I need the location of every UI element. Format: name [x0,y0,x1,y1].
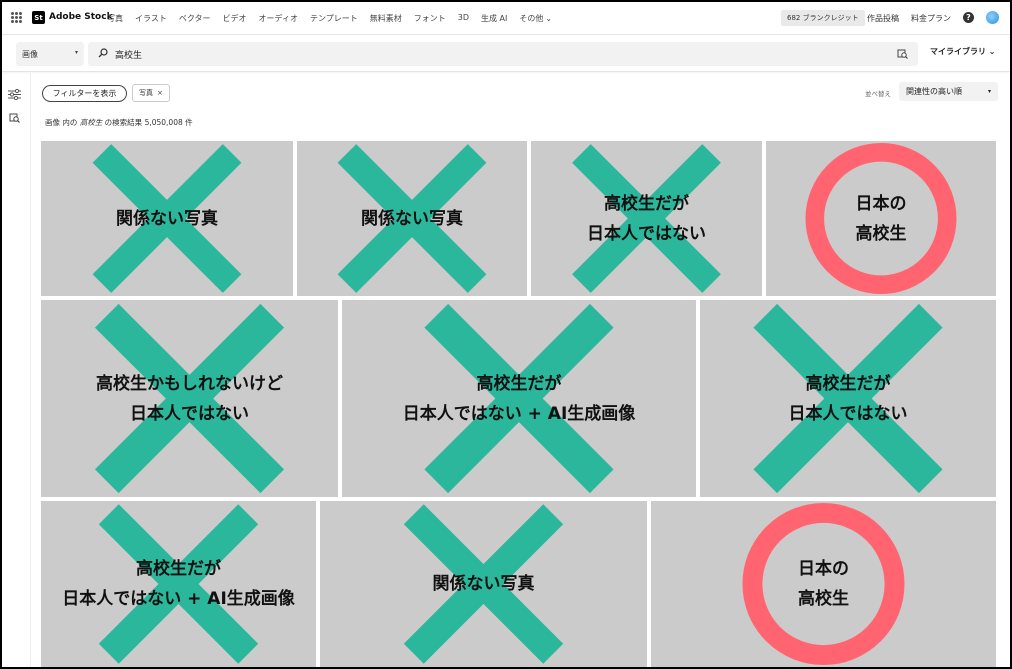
tile-caption: 日本の 高校生 [766,141,996,296]
tile-caption-line: 高校生 [855,223,907,244]
image-tile[interactable]: 高校生だが日本人ではない + AI生成画像 [342,300,696,497]
tile-caption: 高校生だが日本人ではない + AI生成画像 [41,501,316,667]
chevron-down-icon: ⌄ [988,47,996,56]
image-tile[interactable]: 高校生だが日本人ではない [700,300,996,497]
nav-item-free[interactable]: 無料素材 [370,13,402,24]
nav-item-videos[interactable]: ビデオ [223,13,247,24]
nav-item-audio[interactable]: オーディオ [259,13,298,24]
tile-caption-line: 日本の [855,193,907,214]
image-tile[interactable]: 高校生だが日本人ではない + AI生成画像 [41,501,316,667]
visual-search-icon[interactable] [9,112,20,123]
tile-caption-line: 日本人ではない [587,223,706,244]
portfolio-link[interactable]: 作品投稿 [867,13,899,24]
nav-item-illustrations[interactable]: イラスト [135,13,167,24]
image-tile[interactable]: 関係ない写真 [320,501,647,667]
tile-caption-line: 関係ない写真 [116,208,218,229]
nav-item-more[interactable]: その他 ⌄ [519,13,552,24]
results-summary: 画像 内の 高校生 の検索結果 5,050,008 件 [45,117,193,128]
search-input[interactable]: 高校生 [88,42,918,66]
credits-badge[interactable]: 682 ブランクレジット [781,10,865,26]
tile-caption-line: 日本の [798,559,849,579]
active-filter-tag[interactable]: 写真 × [132,84,170,102]
pricing-link[interactable]: 料金プラン [911,13,951,24]
search-scope-select[interactable]: 画像 ▾ [16,42,84,66]
image-tile[interactable]: 関係ない写真 [297,141,527,296]
tile-caption-line: 関係ない写真 [432,574,535,594]
app-switcher-icon[interactable] [11,12,22,23]
my-library-button[interactable]: マイライブラリ ⌄ [930,46,996,57]
search-scope-value: 画像 [22,49,38,59]
search-bar: 画像 ▾ 高校生 マイライブラリ ⌄ [2,36,1010,72]
tile-caption-line: 日本人ではない [788,403,908,424]
sort-value: 関連性の高い順 [906,87,962,96]
tile-caption: 関係ない写真 [41,141,293,296]
image-tile[interactable]: 関係ない写真 [41,141,293,296]
nav-item-vectors[interactable]: ベクター [179,13,211,24]
image-tile[interactable]: 日本の 高校生 [766,141,996,296]
tile-caption-line: 高校生だが [604,193,689,214]
search-icon [98,48,108,58]
show-filters-button[interactable]: フィルターを表示 [42,85,127,102]
tile-caption: 高校生だが日本人ではない [700,300,996,497]
brand-name[interactable]: Adobe Stock [49,12,113,22]
avatar[interactable] [986,11,999,24]
chevron-down-icon: ▾ [987,88,991,95]
tile-caption: 高校生かもしれないけど 日本人ではない [41,300,338,497]
left-rail [2,73,31,667]
tile-caption: 関係ない写真 [320,501,647,667]
adobe-stock-logo[interactable]: St [32,11,45,24]
nav-item-generative-ai[interactable]: 生成 AI [481,13,507,24]
my-library-label: マイライブラリ [930,47,986,56]
tile-caption: 関係ない写真 [297,141,527,296]
image-tile[interactable]: 日本の 高校生 [651,501,996,667]
tile-caption-line: 日本人ではない + AI生成画像 [402,403,636,424]
sort-label: 並べ替え [865,90,891,98]
tile-caption: 高校生だが日本人ではない + AI生成画像 [342,300,696,497]
results-suffix: 件 [185,118,193,127]
tile-caption-line: 高校生 [798,589,849,609]
nav-item-fonts[interactable]: フォント [414,13,446,24]
top-navigation: St Adobe Stock 写真 イラスト ベクター ビデオ オーディオ テン… [2,2,1010,35]
tile-caption-line: 日本人ではない [130,403,249,424]
category-nav: 写真 イラスト ベクター ビデオ オーディオ テンプレート 無料素材 フォント … [107,13,552,24]
image-tile[interactable]: 高校生かもしれないけど 日本人ではない [41,300,338,497]
tile-caption-line: 関係ない写真 [361,208,463,229]
chevron-down-icon: ▾ [74,49,78,56]
tile-caption-line: 高校生だが [136,559,221,579]
results-term: 高校生 [79,118,103,127]
active-filter-label: 写真 [139,89,153,97]
tile-caption: 日本の 高校生 [651,501,996,667]
tile-caption-line: 高校生だが [476,373,562,394]
help-icon[interactable]: ? [963,12,974,23]
visual-search-icon[interactable] [897,48,908,59]
nav-item-more-label: その他 [519,14,544,23]
filters-icon[interactable] [8,89,21,100]
results-count: 5,050,008 [144,118,183,127]
tile-caption-line: 高校生かもしれないけど [96,373,283,394]
tile-caption: 高校生だが日本人ではない [531,141,762,296]
image-tile[interactable]: 高校生だが日本人ではない [531,141,762,296]
tile-caption-line: 高校生だが [805,373,891,394]
app-window: St Adobe Stock 写真 イラスト ベクター ビデオ オーディオ テン… [2,2,1010,667]
nav-item-templates[interactable]: テンプレート [310,13,358,24]
close-icon[interactable]: × [157,89,163,97]
results-prefix: 画像 内の [45,118,78,127]
tile-caption-line: 日本人ではない + AI生成画像 [62,589,295,609]
results-middle: の検索結果 [104,118,143,127]
chevron-down-icon: ⌄ [545,14,553,23]
nav-item-3d[interactable]: 3D [458,13,469,24]
nav-item-photos[interactable]: 写真 [107,13,123,24]
search-query: 高校生 [115,51,143,61]
sort-select[interactable]: 関連性の高い順 ▾ [899,82,998,101]
